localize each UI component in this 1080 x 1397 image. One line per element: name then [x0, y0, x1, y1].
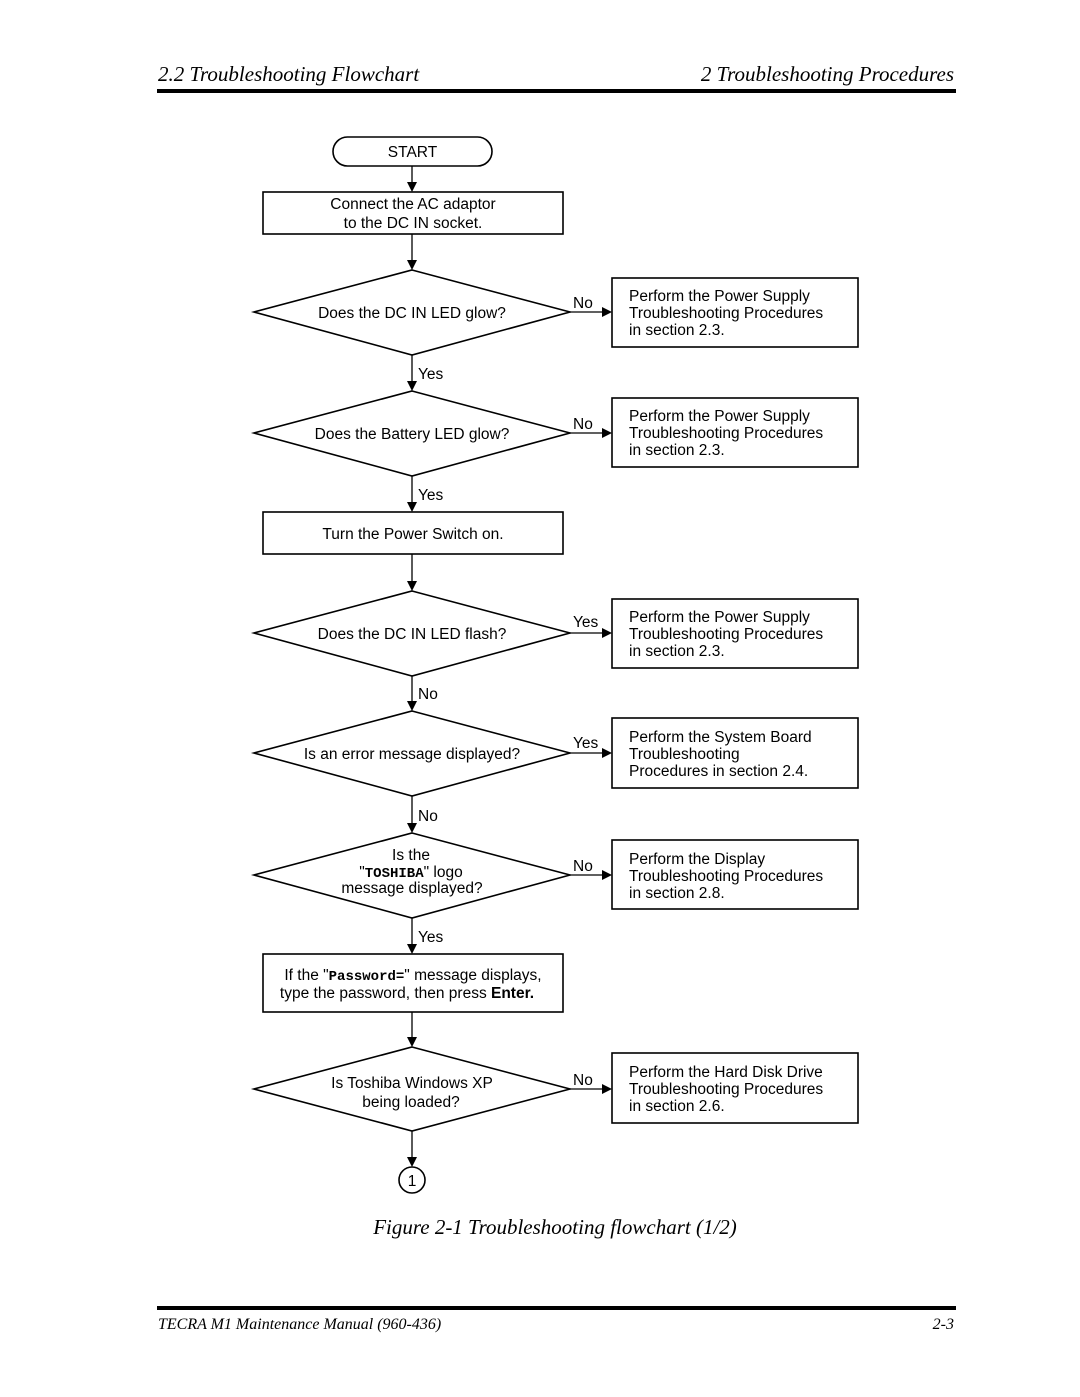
- branch-label: No: [573, 416, 593, 433]
- branch-battery-glow-yes: Yes: [407, 476, 444, 512]
- decision-text: Is an error message displayed?: [304, 746, 521, 763]
- result-text: Procedures in section 2.4.: [629, 763, 808, 780]
- arrow-connect-to-dcglow: [407, 234, 417, 270]
- branch-windows-xp-no: No: [570, 1072, 612, 1094]
- text-pre: If the ": [284, 967, 328, 984]
- result-text: Troubleshooting: [629, 746, 740, 763]
- enter-key: Enter.: [491, 985, 534, 1002]
- process-text: Connect the AC adaptor: [330, 196, 495, 213]
- branch-dc-in-flash-yes: Yes: [570, 614, 612, 638]
- process-connect-ac: Connect the AC adaptor to the DC IN sock…: [262, 191, 564, 235]
- result-text: Perform the System Board: [629, 729, 812, 746]
- decision-text: Is the: [392, 847, 430, 864]
- decision-text: Does the Battery LED glow?: [315, 426, 510, 443]
- branch-toshiba-logo-no: No: [570, 858, 612, 880]
- arrow-password-to-winxp: [407, 1012, 417, 1047]
- quote-close-logo: " logo: [424, 864, 463, 881]
- result-box-hard-disk: Perform the Hard Disk Drive Troubleshoot…: [611, 1052, 859, 1124]
- decision-error-message: Is an error message displayed?: [250, 710, 574, 797]
- decision-windows-xp: Is Toshiba Windows XP being loaded?: [250, 1046, 574, 1132]
- arrow-start-to-connect: [407, 166, 417, 192]
- process-text-line2: type the password, then press Enter.: [280, 985, 534, 1002]
- decision-text: Is Toshiba Windows XP: [331, 1075, 493, 1092]
- result-text: Perform the Hard Disk Drive: [629, 1064, 823, 1081]
- result-text: in section 2.6.: [629, 1098, 725, 1115]
- process-power-switch: Turn the Power Switch on.: [262, 511, 564, 555]
- result-box-power-supply-1: Perform the Power Supply Troubleshooting…: [611, 277, 859, 348]
- branch-toshiba-logo-yes: Yes: [407, 918, 444, 954]
- result-text: in section 2.8.: [629, 885, 725, 902]
- branch-error-message-yes: Yes: [570, 735, 612, 758]
- connector-1: 1: [398, 1166, 426, 1194]
- branch-dc-in-glow-yes: Yes: [407, 355, 444, 391]
- result-text: Troubleshooting Procedures: [629, 868, 823, 885]
- result-text: Perform the Power Supply: [629, 609, 810, 626]
- process-text-line1: If the "Password=" message displays,: [284, 967, 541, 985]
- password-code: Password=: [329, 969, 405, 985]
- process-password: If the "Password=" message displays, typ…: [262, 953, 564, 1013]
- branch-label: Yes: [418, 366, 444, 383]
- result-text: in section 2.3.: [629, 322, 725, 339]
- troubleshooting-flowchart: START Connect the AC adaptor to the DC I…: [250, 136, 859, 1194]
- branch-label: No: [418, 686, 438, 703]
- decision-dc-in-flash: Does the DC IN LED flash?: [250, 590, 574, 677]
- footer-page-number: 2-3: [932, 1316, 954, 1333]
- branch-error-message-no: No: [407, 796, 438, 833]
- arrow-winxp-to-connector: [407, 1131, 417, 1167]
- process-text: to the DC IN socket.: [344, 215, 483, 232]
- result-text: Perform the Power Supply: [629, 408, 810, 425]
- result-text: Perform the Power Supply: [629, 288, 810, 305]
- result-box-power-supply-3: Perform the Power Supply Troubleshooting…: [611, 598, 859, 669]
- connector-label: 1: [408, 1173, 417, 1190]
- start-terminator: START: [332, 136, 493, 167]
- branch-battery-glow-no: No: [570, 416, 612, 438]
- text-post: " message displays,: [404, 967, 541, 984]
- result-text: in section 2.3.: [629, 643, 725, 660]
- branch-label: Yes: [418, 487, 444, 504]
- result-text: in section 2.3.: [629, 442, 725, 459]
- footer-manual-title: TECRA M1 Maintenance Manual (960-436): [158, 1316, 442, 1333]
- branch-label: No: [573, 295, 593, 312]
- branch-label: Yes: [573, 735, 599, 752]
- decision-dc-in-glow: Does the DC IN LED glow?: [250, 269, 574, 356]
- decision-battery-glow: Does the Battery LED glow?: [250, 390, 574, 477]
- result-text: Troubleshooting Procedures: [629, 425, 823, 442]
- arrow-switch-to-dcflash: [407, 554, 417, 591]
- branch-label: Yes: [573, 614, 599, 631]
- branch-label: No: [418, 808, 438, 825]
- branch-dc-in-glow-no: No: [570, 295, 612, 317]
- decision-text: Does the DC IN LED flash?: [318, 626, 507, 643]
- result-text: Perform the Display: [629, 851, 765, 868]
- decision-text: message displayed?: [341, 880, 483, 897]
- branch-label: Yes: [418, 929, 444, 946]
- figure-caption: Figure 2-1 Troubleshooting flowchart (1/…: [373, 1215, 737, 1239]
- branch-label: No: [573, 858, 593, 875]
- decision-toshiba-logo: message displayed? Is the "TOSHIBA" logo…: [250, 832, 574, 919]
- result-box-system-board: Perform the System Board Troubleshooting…: [611, 717, 859, 789]
- process-text: Turn the Power Switch on.: [322, 526, 503, 543]
- decision-text: being loaded?: [362, 1094, 460, 1111]
- result-text: Troubleshooting Procedures: [629, 626, 823, 643]
- branch-label: No: [573, 1072, 593, 1089]
- text-pre: type the password, then press: [280, 985, 491, 1002]
- result-box-power-supply-2: Perform the Power Supply Troubleshooting…: [611, 397, 859, 468]
- footer-rule: [157, 1306, 956, 1310]
- branch-dc-in-flash-no: No: [407, 676, 438, 711]
- result-text: Troubleshooting Procedures: [629, 305, 823, 322]
- result-text: Troubleshooting Procedures: [629, 1081, 823, 1098]
- result-box-display: Perform the Display Troubleshooting Proc…: [611, 839, 859, 910]
- decision-text: Does the DC IN LED glow?: [318, 305, 506, 322]
- start-label: START: [388, 144, 438, 161]
